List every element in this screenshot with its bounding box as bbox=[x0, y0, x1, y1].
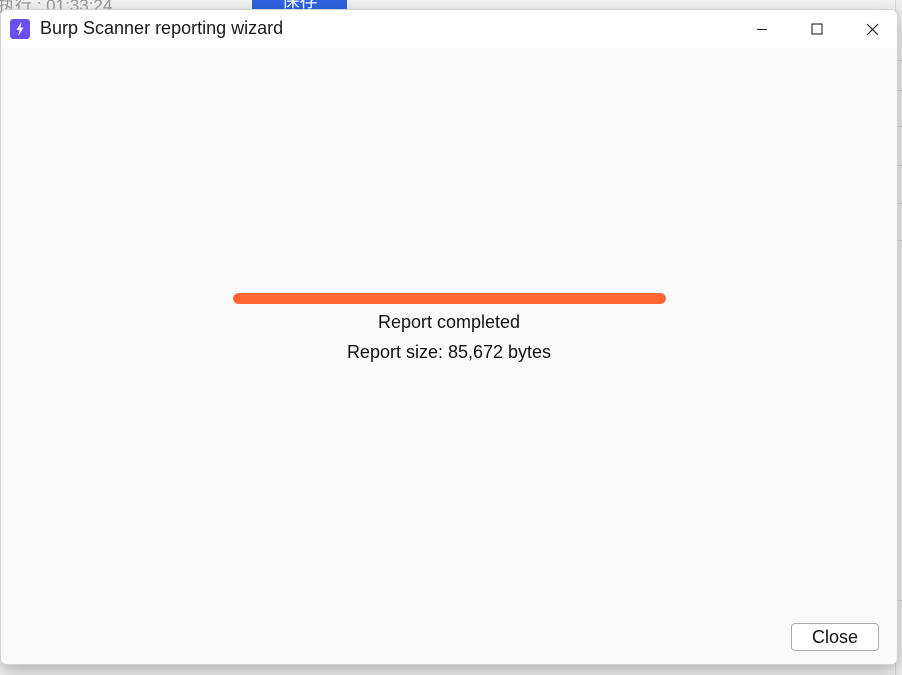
report-status-text: Report completed bbox=[377, 312, 521, 332]
title-bar[interactable]: Burp Scanner reporting wizard bbox=[1, 10, 897, 48]
close-button[interactable]: Close bbox=[791, 623, 879, 651]
reporting-wizard-dialog: Burp Scanner reporting wizard Report com… bbox=[0, 9, 898, 665]
report-progress-bar bbox=[233, 293, 666, 304]
report-size-text: Report size: 85,672 bytes bbox=[346, 342, 552, 362]
minimize-icon bbox=[756, 23, 768, 35]
maximize-button[interactable] bbox=[794, 10, 840, 48]
maximize-icon bbox=[811, 23, 823, 35]
window-title: Burp Scanner reporting wizard bbox=[40, 18, 284, 38]
report-progress-fill bbox=[233, 293, 666, 304]
minimize-button[interactable] bbox=[739, 10, 785, 48]
burp-lightning-icon bbox=[10, 19, 30, 39]
window-close-button[interactable] bbox=[849, 10, 895, 48]
wizard-content: Report completed Report size: 85,672 byt… bbox=[1, 48, 897, 664]
close-icon bbox=[866, 23, 879, 36]
